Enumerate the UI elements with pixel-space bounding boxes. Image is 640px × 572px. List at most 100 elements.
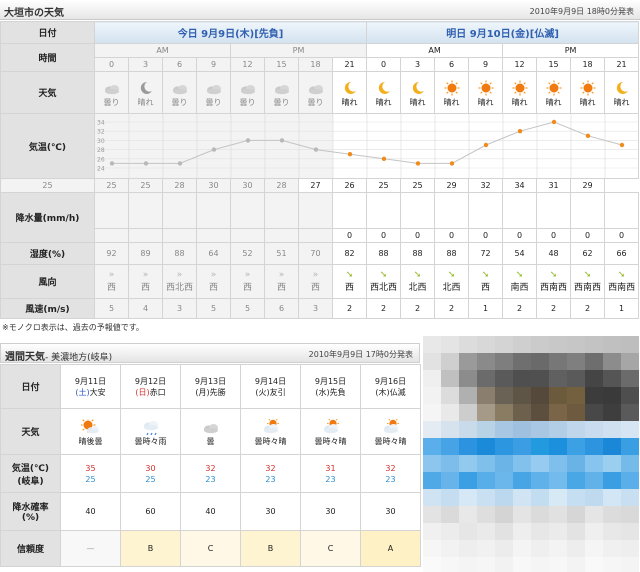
humidity-label: 湿度(%) (0, 242, 95, 265)
mosaic-tile (621, 472, 639, 489)
weekly-weather-text: 曇 (206, 436, 215, 446)
weekly-temp-cell: 32 23 (240, 454, 301, 493)
hour-cell: 9 (468, 57, 504, 72)
wind-speed-cell: 4 (128, 298, 163, 319)
weekly-date-label: 日付 (0, 364, 61, 409)
wind-speed-cell: 2 (502, 298, 538, 319)
mosaic-tile (459, 387, 477, 404)
mosaic-tile (513, 336, 531, 353)
weather-cell: 晴れ (331, 71, 368, 114)
weather-text: 晴れ (477, 97, 494, 107)
mosaic-tile (621, 506, 639, 523)
weekly-date: 9月13日 (194, 376, 227, 386)
weather-text: 晴れ (409, 97, 426, 107)
temperature-cell: 25 (0, 178, 95, 193)
mosaic-tile (459, 353, 477, 370)
mosaic-tile (603, 421, 621, 438)
hour-cell: 6 (434, 57, 470, 72)
mosaic-tile (549, 404, 567, 421)
rain-bar-cell (298, 192, 333, 229)
mosaic-tile (621, 489, 639, 506)
wind-arrow-icon: » (278, 270, 285, 280)
mosaic-tile (621, 370, 639, 387)
rain-cell: 0 (502, 228, 538, 243)
weekly-low-temp: 23 (265, 474, 276, 484)
hour-cell: 18 (298, 57, 333, 72)
mosaic-tile (441, 438, 459, 455)
wind-arrow-icon: » (108, 270, 115, 280)
rain-cell (264, 228, 299, 243)
weekly-high-temp: 35 (85, 463, 96, 473)
mosaic-tile (477, 523, 495, 540)
wind-direction-text: 西北西 (165, 283, 193, 293)
time-label: 時間 (0, 43, 95, 72)
wind-arrow-icon: ➘ (583, 270, 592, 280)
wind-arrow-icon: » (244, 270, 251, 280)
chart-y-tick-label: 24 (97, 166, 105, 173)
rain-cell (196, 228, 231, 243)
rain-bar-cell (400, 192, 436, 229)
mosaic-tile (585, 489, 603, 506)
am-label: AM (366, 43, 504, 58)
chart-column-bg (333, 114, 367, 178)
date-label: 日付 (0, 21, 95, 44)
weekly-temp-cell: 32 23 (360, 454, 421, 493)
mosaic-tile (621, 387, 639, 404)
weekly-high-temp: 32 (265, 463, 276, 473)
mosaic-tile (603, 489, 621, 506)
temperature-cell: 28 (264, 178, 299, 193)
mosaic-tile (567, 404, 585, 421)
mosaic-tile (603, 506, 621, 523)
rain-bar-cell (162, 192, 197, 229)
mosaic-tile (459, 438, 477, 455)
mosaic-tile (495, 472, 513, 489)
mosaic-tile (495, 489, 513, 506)
hour-cell: 3 (128, 57, 163, 72)
today-header: 今日 9月9日(木)[先負] (93, 21, 368, 44)
mosaic-tile (459, 540, 477, 557)
mosaic-tile (549, 472, 567, 489)
weekly-weather-cell: 曇時々晴 (240, 408, 301, 455)
hour-cell: 3 (400, 57, 436, 72)
mosaic-tile (495, 336, 513, 353)
mosaic-tile (603, 472, 621, 489)
rain-cell (162, 228, 197, 243)
weather-text: 晴れ (443, 97, 460, 107)
temperature-cell: 27 (298, 178, 333, 193)
weekly-rain-cell: 30 (240, 492, 301, 531)
mosaic-tile (567, 472, 585, 489)
humidity-cell: 48 (536, 242, 572, 265)
weekly-reliability-cell: A (360, 530, 421, 567)
weather-text: 晴れ (137, 97, 154, 107)
weekly-date-cell: 9月15日 (水)先負 (300, 364, 361, 409)
humidity-cell: 52 (230, 242, 265, 265)
rain-label: 降水量(mm/h) (0, 192, 95, 243)
mosaic-tile (513, 489, 531, 506)
humidity-cell: 54 (502, 242, 538, 265)
weather-text: 曇り (307, 97, 324, 107)
mosaic-tile (477, 387, 495, 404)
mosaic-tile (603, 387, 621, 404)
weekly-rokuyo: 先勝 (209, 387, 226, 397)
weekly-title: 週間天気- 美濃地方(岐阜) (5, 352, 113, 363)
chart-column-bg (571, 114, 605, 178)
temperature-cell: 29 (434, 178, 470, 193)
mosaic-tile (441, 455, 459, 472)
mosaic-tile (513, 472, 531, 489)
humidity-cell: 88 (434, 242, 470, 265)
mosaic-tile (567, 387, 585, 404)
wind-direction-cell: » 西 (264, 264, 299, 299)
mosaic-tile (459, 404, 477, 421)
rain-cell: 0 (366, 228, 402, 243)
rain-cell: 0 (604, 228, 640, 243)
mosaic-tile (513, 506, 531, 523)
wind-direction-cell: ➘ 西南西 (604, 264, 640, 299)
mosaic-tile (549, 387, 567, 404)
mosaic-tile (423, 506, 441, 523)
mosaic-tile (513, 438, 531, 455)
chart-column-bg (401, 114, 435, 178)
mosaic-tile (441, 472, 459, 489)
weekly-rokuyo: 赤口 (149, 387, 166, 397)
mosaic-tile (423, 336, 441, 353)
cloud-icon (104, 84, 119, 94)
